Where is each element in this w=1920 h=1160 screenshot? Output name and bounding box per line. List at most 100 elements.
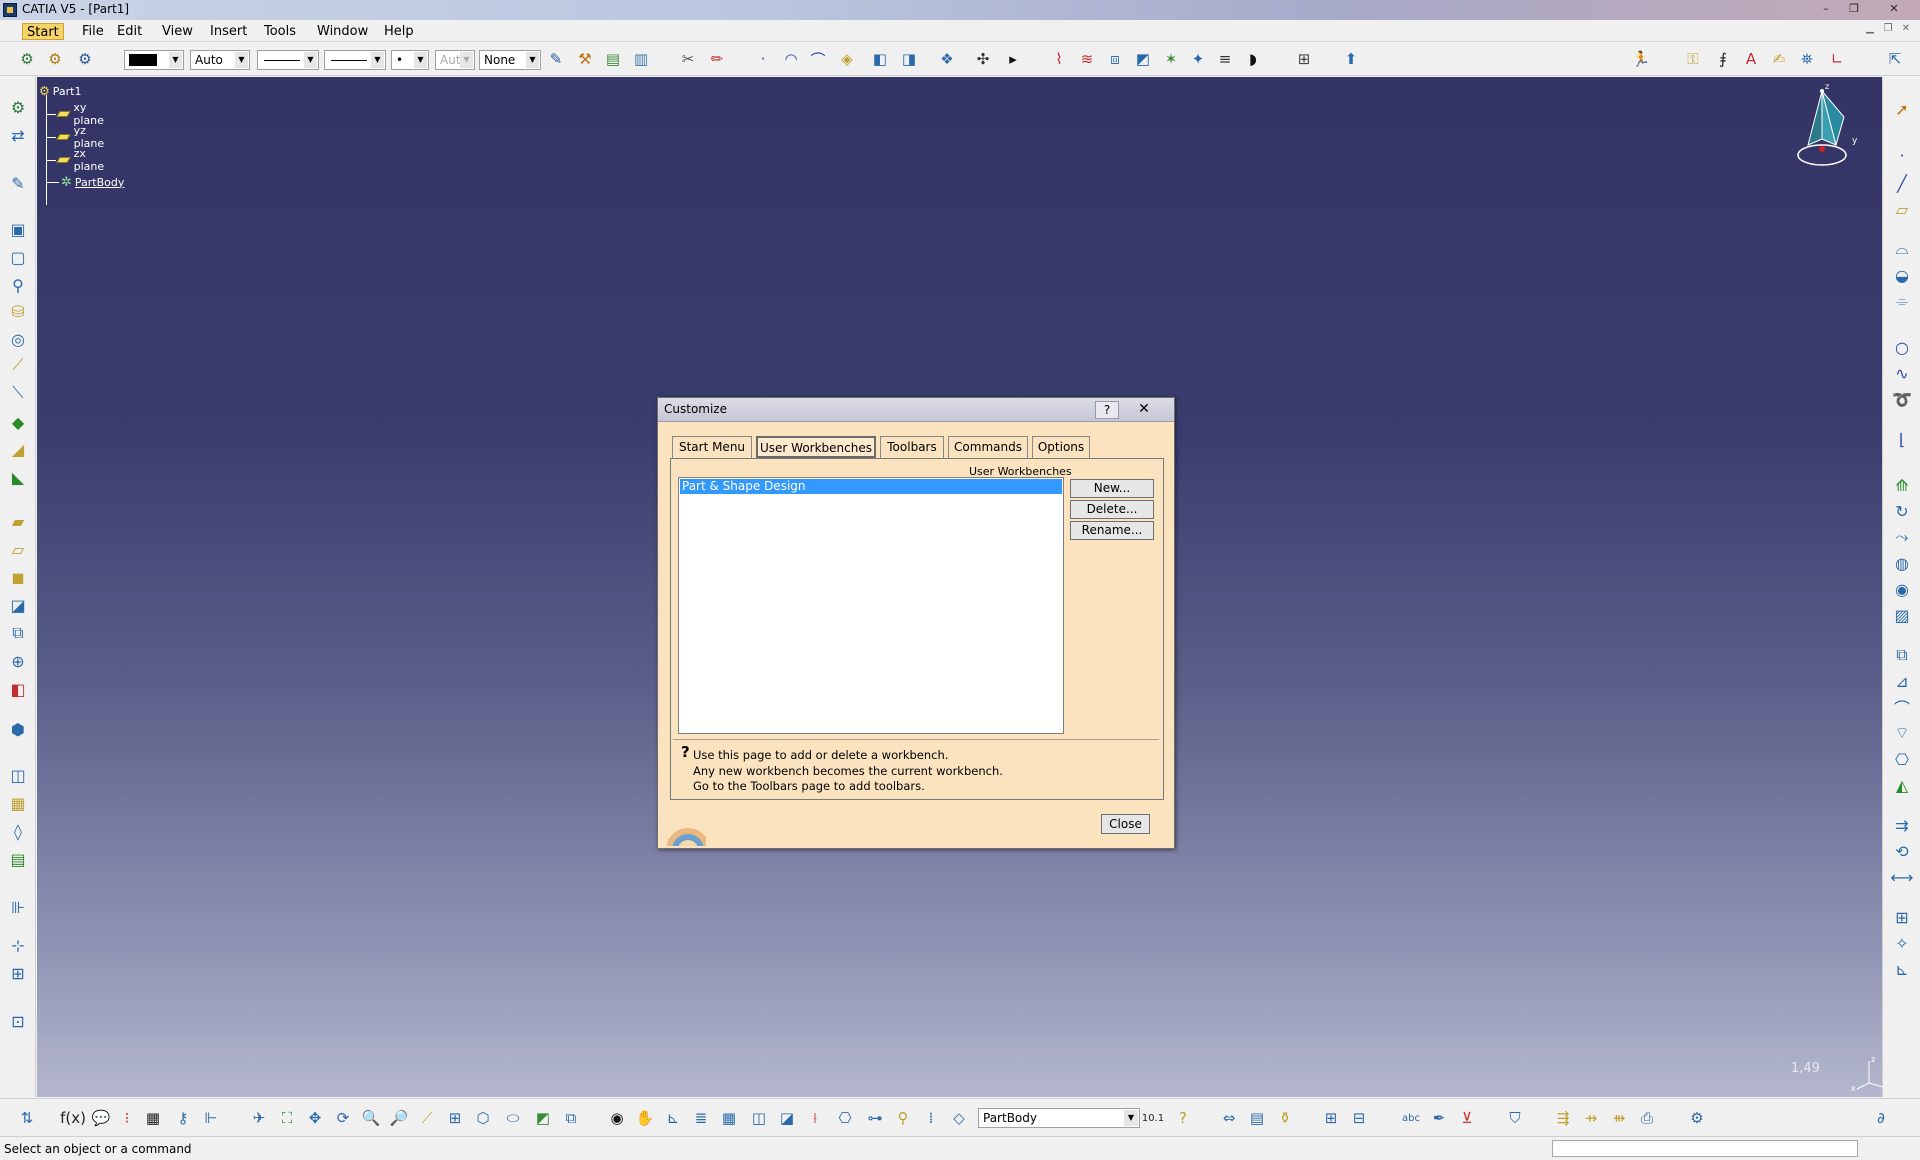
- play-icon[interactable]: ▸: [1002, 48, 1024, 70]
- transform-icon[interactable]: ❖: [936, 48, 958, 70]
- workbench-icon[interactable]: ⚙: [16, 48, 38, 70]
- point-icon[interactable]: ·: [752, 48, 774, 70]
- normal-view-icon[interactable]: ⟋: [416, 1107, 438, 1129]
- hand-icon[interactable]: ✋: [634, 1107, 656, 1129]
- menu-file[interactable]: File: [78, 23, 108, 40]
- window-icon[interactable]: ⊟: [1348, 1107, 1370, 1129]
- boolean-icon[interactable]: ◧: [6, 677, 30, 701]
- mask-icon[interactable]: ◗: [1242, 48, 1264, 70]
- law-bottom-icon[interactable]: ⚷: [172, 1107, 194, 1129]
- painter-icon[interactable]: ✎: [545, 48, 567, 70]
- dialog-title-bar[interactable]: Customize ? ✕: [658, 398, 1174, 422]
- loft-icon[interactable]: ◉: [1890, 577, 1914, 601]
- table-icon[interactable]: ▦: [142, 1107, 164, 1129]
- compass-icon[interactable]: z y: [1772, 77, 1872, 177]
- scale-icon[interactable]: ◊: [6, 819, 30, 843]
- catalog-icon[interactable]: ⊞: [1293, 48, 1315, 70]
- shape-icon[interactable]: ◩: [1132, 48, 1154, 70]
- select-arrow-icon[interactable]: ➚: [1890, 97, 1914, 121]
- formula-fx-icon[interactable]: f(x): [60, 1107, 86, 1129]
- help-bottom-icon[interactable]: ?: [1172, 1107, 1194, 1129]
- search-icon[interactable]: ⚲: [892, 1107, 914, 1129]
- symmetry-icon[interactable]: ⟷: [1890, 865, 1914, 889]
- tree-node-yz-plane[interactable]: yz plane: [47, 124, 110, 150]
- swap-space-icon[interactable]: ⧉: [560, 1107, 582, 1129]
- swap-icon[interactable]: ⇄: [6, 123, 30, 147]
- mdi-close-icon[interactable]: ✕: [1898, 23, 1914, 37]
- runner-icon[interactable]: 🏃: [1630, 48, 1652, 70]
- close-button[interactable]: Close: [1101, 814, 1150, 834]
- layer-combo[interactable]: None ▼: [479, 50, 541, 70]
- key-icon[interactable]: ⚿: [1682, 48, 1704, 70]
- parameter-icon[interactable]: ⊩: [200, 1107, 222, 1129]
- corner-icon[interactable]: ⌊: [1890, 427, 1914, 451]
- cursor-mode-icon[interactable]: ⇱: [1884, 48, 1906, 70]
- grid-icon[interactable]: ⊞: [6, 961, 30, 985]
- grid-bottom-icon[interactable]: ▦: [718, 1107, 740, 1129]
- fillet-icon[interactable]: ◢: [6, 437, 30, 461]
- target-icon[interactable]: ⊕: [6, 649, 30, 673]
- zoom-in-icon[interactable]: 🔍: [360, 1107, 382, 1129]
- window-close-button[interactable]: ✕: [1876, 1, 1912, 17]
- fly-mode-icon[interactable]: ✈: [248, 1107, 270, 1129]
- helix-icon[interactable]: ➰: [1890, 387, 1914, 411]
- pocket-icon[interactable]: ▢: [6, 245, 30, 269]
- curve-icon[interactable]: ⌒: [807, 48, 829, 70]
- axis-system-icon[interactable]: ⊾: [1890, 957, 1914, 981]
- list-item[interactable]: Part & Shape Design: [680, 479, 1062, 494]
- thread-icon[interactable]: ◪: [6, 593, 30, 617]
- body-icon[interactable]: ▤: [6, 847, 30, 871]
- multi-section-icon[interactable]: ◆: [6, 410, 30, 434]
- body-combo[interactable]: PartBody ▼: [978, 1108, 1140, 1128]
- magnet-icon[interactable]: ⊻: [1456, 1107, 1478, 1129]
- shading-icon[interactable]: ⬭: [502, 1107, 524, 1129]
- translate-icon[interactable]: ⇉: [1890, 813, 1914, 837]
- compare-icon[interactable]: ⇔: [1218, 1107, 1240, 1129]
- revolve-icon[interactable]: ↻: [1890, 499, 1914, 523]
- dialog-close-icon[interactable]: ✕: [1123, 401, 1165, 419]
- formula-icon[interactable]: ⨎: [1712, 48, 1734, 70]
- projection-icon[interactable]: ⌓: [1890, 237, 1914, 261]
- minimize-button[interactable]: –: [1816, 1, 1836, 17]
- menu-start[interactable]: Start: [22, 23, 64, 40]
- new-button[interactable]: New...: [1070, 479, 1154, 498]
- up-arrow-icon[interactable]: ⬆: [1340, 48, 1362, 70]
- constraint-icon[interactable]: ⊪: [6, 895, 30, 919]
- color-combo[interactable]: ▼: [124, 50, 184, 70]
- import-icon[interactable]: ⇻: [1608, 1107, 1630, 1129]
- rotate-icon[interactable]: ⟲: [1890, 839, 1914, 863]
- cat-icon[interactable]: ✦: [1187, 48, 1209, 70]
- menu-window[interactable]: Window: [313, 23, 372, 40]
- surface-icon[interactable]: ◈: [836, 48, 858, 70]
- parallel-curve-icon[interactable]: ⌯: [1890, 289, 1914, 313]
- menu-edit[interactable]: Edit: [113, 23, 146, 40]
- menu-tools[interactable]: Tools: [260, 23, 300, 40]
- stack-bottom-icon[interactable]: ⊞: [1320, 1107, 1342, 1129]
- hide-show-icon[interactable]: ◩: [532, 1107, 554, 1129]
- join-icon[interactable]: ⧉: [1890, 643, 1914, 667]
- filter-icon[interactable]: ⁞: [920, 1107, 942, 1129]
- tree-node-xy-plane[interactable]: xy plane: [47, 101, 110, 127]
- delete-button[interactable]: Delete...: [1070, 500, 1154, 519]
- spline-icon[interactable]: ∿: [1890, 361, 1914, 385]
- tree-node-part1[interactable]: ⚙ Part1: [39, 83, 81, 99]
- pad-icon[interactable]: ▣: [6, 217, 30, 241]
- annotation-icon[interactable]: ✍: [1768, 48, 1790, 70]
- groove-icon[interactable]: ◎: [6, 327, 30, 351]
- menu-help[interactable]: Help: [380, 23, 418, 40]
- list-icon[interactable]: ≣: [690, 1107, 712, 1129]
- text-style-icon[interactable]: abc: [1400, 1107, 1422, 1129]
- thickness-icon[interactable]: ◼: [6, 565, 30, 589]
- pen-bottom-icon[interactable]: ✒: [1428, 1107, 1450, 1129]
- tab-toolbars[interactable]: Toolbars: [880, 436, 944, 458]
- stack-icon[interactable]: ▥: [630, 48, 652, 70]
- snap-icon[interactable]: ✂: [677, 48, 699, 70]
- binoculars-icon[interactable]: ⚲: [6, 273, 30, 297]
- tools-bottom-icon[interactable]: ⚙: [1686, 1107, 1708, 1129]
- heal-icon[interactable]: ⊿: [1890, 669, 1914, 693]
- measure-bottom-icon[interactable]: ⟊: [804, 1107, 826, 1129]
- sketcher-icon[interactable]: ⚙: [6, 95, 30, 119]
- tab-start-menu[interactable]: Start Menu: [672, 436, 752, 458]
- plane-icon[interactable]: ▱: [1890, 197, 1914, 221]
- units-icon[interactable]: 10.1: [1142, 1107, 1164, 1129]
